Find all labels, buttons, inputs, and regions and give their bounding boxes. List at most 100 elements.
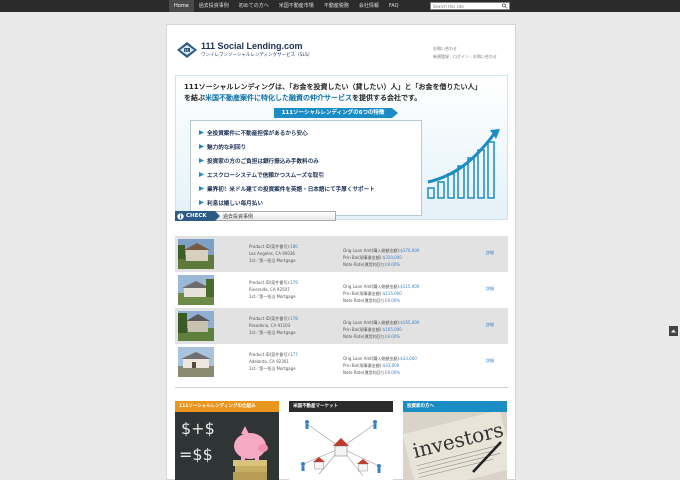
nav-item-real-estate-tax[interactable]: 不動産税務 <box>319 0 354 12</box>
case-info: Product ID(案件番号):177 Adelanto, CA 92301 … <box>249 351 298 372</box>
check-badge: CHECK <box>175 211 220 221</box>
case-info: Product ID(案件番号):180 Los Angeles, CA 900… <box>249 243 298 264</box>
nav-item-past-investments[interactable]: 過去投資事例 <box>194 0 234 12</box>
rate-value: 8.00% <box>387 370 401 375</box>
box-how-it-works[interactable]: 111ソーシャルレンディングの仕組み $+$ =$$ <box>175 401 279 480</box>
houses-network-image <box>289 412 393 480</box>
search-icon[interactable] <box>501 3 508 9</box>
feature-item: 投資家の方のご負担は銀行振込み手数料のみ <box>207 159 319 165</box>
property-thumbnail[interactable] <box>178 311 214 341</box>
loan-amount: $165,000 <box>400 320 420 325</box>
loan-label: Orig Loan Amt(購入総額金額): <box>343 284 401 289</box>
features-box: 全投資案件に不動産担保があるから安心 魅力的な利回り 投資家の方のご負担は銀行振… <box>190 120 422 216</box>
detail-link[interactable]: 詳細 <box>486 322 494 328</box>
box-title: 投資家の方へ <box>403 401 507 412</box>
contact-link[interactable]: お問い合わせ <box>433 46 457 51</box>
nav-item-beginners[interactable]: 初めての方へ <box>234 0 274 12</box>
login-link[interactable]: ログイン <box>453 54 469 59</box>
site-logo[interactable]: 111 111 Social Lending.com ワンイレブンソーシャルレン… <box>175 39 325 61</box>
balance-label: Prin Bal(現事業金額): <box>343 255 383 260</box>
table-row: Product ID(案件番号):178 Pasadena, CA 91103 … <box>175 308 508 344</box>
property-thumbnail[interactable] <box>178 275 214 305</box>
arrow-right-icon <box>199 172 204 177</box>
feature-item: 業界初！米ドル建ての投資案件を英語・日本語にて手厚くサポート <box>207 187 375 193</box>
balance-amount: $33,000 <box>382 363 400 368</box>
feature-item: 全投資案件に不動産担保があるから安心 <box>207 131 308 137</box>
balance-amount: $320,000 <box>382 255 402 260</box>
case-city: Pasadena, CA 91103 <box>249 323 291 328</box>
nav-item-home[interactable]: Home <box>169 0 194 12</box>
section-divider <box>175 387 508 388</box>
detail-link[interactable]: 詳細 <box>486 358 494 364</box>
hero-banner: 111ソーシャルレンディングは、「お金を投資したい（貸したい）人」と「お金を借り… <box>175 75 508 220</box>
rate-label: Note Rate(運用利回り): <box>343 298 388 303</box>
rate-label: Note Rate(運用利回り): <box>343 370 388 375</box>
detail-link[interactable]: 詳細 <box>486 286 494 292</box>
logo-title: 111 Social Lending.com <box>201 41 303 51</box>
table-row: Product ID(案件番号):177 Adelanto, CA 92301 … <box>175 344 508 380</box>
check-badge-label: CHECK <box>186 213 207 219</box>
top-nav-bar: Home 過去投資事例 初めての方へ 米国不動産市場 不動産税務 会社情報 FA… <box>0 0 680 12</box>
loan-label: Orig Loan Amt(購入総額金額): <box>343 248 401 253</box>
logo-subtitle: ワンイレブンソーシャルレンディングサービス（SLS） <box>201 53 313 58</box>
arrow-right-icon <box>199 200 204 205</box>
product-id-label: Product ID(案件番号): <box>249 352 291 357</box>
case-info: Product ID(案件番号):178 Pasadena, CA 91103 … <box>249 315 298 336</box>
nav-item-company-info[interactable]: 会社情報 <box>354 0 384 12</box>
banner-text-pre: を結ぶ <box>184 94 205 102</box>
scroll-to-top-button[interactable] <box>669 326 678 336</box>
growth-chart-icon <box>427 129 500 199</box>
features-ribbon: 111ソーシャルレンディングの6つの特徴 <box>274 108 398 118</box>
case-mortgage-type: 1st／第一抵当 Mortgage <box>249 294 296 299</box>
box-for-investors[interactable]: 投資家の方へ investors <box>403 401 507 480</box>
case-loan-info: Orig Loan Amt(購入総額金額):$33,000 Prin Bal(現… <box>343 355 417 376</box>
loan-label: Orig Loan Amt(購入総額金額): <box>343 320 401 325</box>
balance-label: Prin Bal(現事業金額): <box>343 291 383 296</box>
loan-amount: $115,000 <box>400 284 420 289</box>
nav-item-faq[interactable]: FAQ <box>384 0 404 12</box>
arrow-right-icon <box>199 186 204 191</box>
svg-text:111: 111 <box>182 48 189 52</box>
product-id: 179 <box>290 280 298 285</box>
table-row: Product ID(案件番号):179 Riverside, CA 92507… <box>175 272 508 308</box>
box-title: 米国不動産マーケット <box>289 401 393 412</box>
detail-link[interactable]: 詳細 <box>486 250 494 256</box>
feature-item: 利息は嬉しい毎月払い <box>207 201 263 207</box>
rate-label: Note Rate(運用利回り): <box>343 334 388 339</box>
rate-value: 8.00% <box>387 334 401 339</box>
register-link[interactable]: 新規登録 <box>433 54 449 59</box>
contact-link-2[interactable]: お問い合わせ <box>473 54 497 59</box>
product-id-label: Product ID(案件番号): <box>249 316 291 321</box>
banner-highlight: 米国不動産案件に特化した融資の仲介サービス <box>205 94 352 102</box>
feature-item: エスクローシステムで信頼かつスムーズな取引 <box>207 173 324 179</box>
past-investments-heading: CHECK 過去投資事例 <box>175 211 336 221</box>
box-us-market[interactable]: 米国不動産マーケット <box>289 401 393 480</box>
arrow-right-icon <box>199 144 204 149</box>
chevron-up-icon <box>671 329 676 333</box>
nav-item-us-real-estate-market[interactable]: 米国不動産市場 <box>274 0 319 12</box>
arrow-right-icon <box>199 158 204 163</box>
loan-amount: $370,000 <box>400 248 420 253</box>
property-thumbnail[interactable] <box>178 239 214 269</box>
search-input[interactable] <box>431 3 499 9</box>
case-city: Los Angeles, CA 90036 <box>249 251 295 256</box>
case-mortgage-type: 1st／第一抵当 Mortgage <box>249 366 296 371</box>
case-city: Adelanto, CA 92301 <box>249 359 289 364</box>
property-thumbnail[interactable] <box>178 347 214 377</box>
svg-text:$+$: $+$ <box>181 419 215 438</box>
rate-value: 8.00% <box>387 262 401 267</box>
check-heading-label: 過去投資事例 <box>223 214 254 220</box>
banner-text-post: を提供する会社です。 <box>352 94 422 102</box>
search-box <box>430 2 510 10</box>
balance-amount: $115,000 <box>382 291 402 296</box>
case-loan-info: Orig Loan Amt(購入総額金額):$370,000 Prin Bal(… <box>343 247 419 268</box>
balance-label: Prin Bal(現事業金額): <box>343 327 383 332</box>
product-id-label: Product ID(案件番号): <box>249 244 291 249</box>
case-mortgage-type: 1st／第一抵当 Mortgage <box>249 330 296 335</box>
product-id: 180 <box>290 244 298 249</box>
loan-label: Orig Loan Amt(購入総額金額): <box>343 356 401 361</box>
case-loan-info: Orig Loan Amt(購入総額金額):$165,000 Prin Bal(… <box>343 319 419 340</box>
piggy-bank-chalkboard-image: $+$ =$$ <box>175 412 279 480</box>
arrow-right-icon <box>199 130 204 135</box>
rate-label: Note Rate(運用利回り): <box>343 262 388 267</box>
